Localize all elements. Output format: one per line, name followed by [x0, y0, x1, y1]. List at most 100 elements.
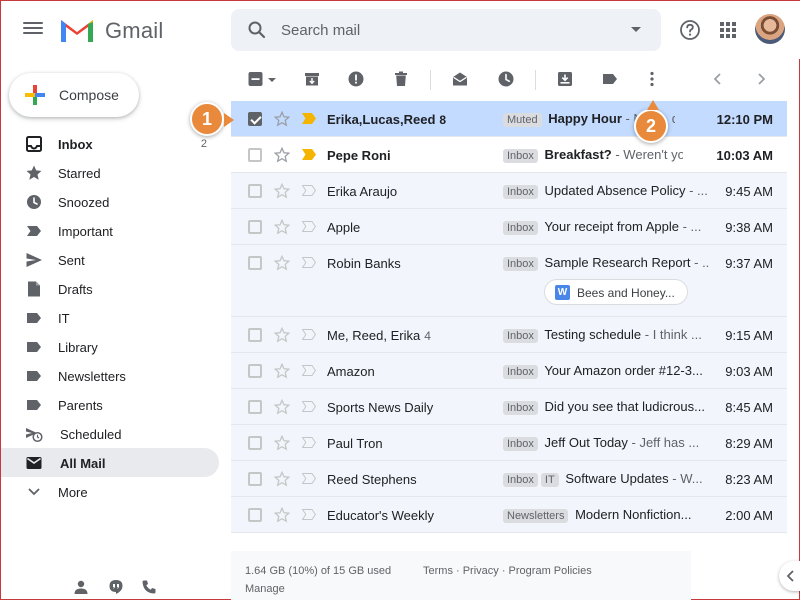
row-checkbox[interactable] [248, 508, 262, 522]
row-checkbox[interactable] [248, 328, 262, 342]
star-outline-icon[interactable] [274, 399, 290, 415]
sidebar-item-drafts[interactable]: Drafts [1, 274, 219, 303]
sidebar-item-starred[interactable]: Starred [1, 158, 219, 187]
table-row[interactable]: Pepe Roni Inbox Breakfast? - Weren't you… [231, 137, 787, 173]
label-icon[interactable] [601, 70, 619, 88]
label-icon [27, 313, 41, 323]
report-spam-icon[interactable] [347, 70, 365, 88]
side-panel-toggle[interactable] [779, 561, 800, 591]
star-outline-icon[interactable] [274, 255, 290, 271]
timestamp: 9:03 AM [725, 364, 773, 379]
important-marker-icon[interactable] [302, 437, 316, 448]
sidebar-item-library[interactable]: Library [1, 332, 219, 361]
important-marker-icon[interactable] [302, 257, 316, 268]
table-row[interactable]: Robin Banks Inbox Sample Research Report… [231, 245, 787, 317]
row-checkbox[interactable] [248, 220, 262, 234]
timestamp: 12:10 PM [716, 112, 773, 127]
chevron-right-icon[interactable] [752, 70, 770, 88]
help-icon[interactable] [679, 19, 701, 41]
search-icon[interactable] [247, 20, 267, 40]
manage-storage-link[interactable]: Manage [245, 583, 285, 595]
person-icon[interactable] [73, 579, 89, 595]
select-all-checkbox[interactable] [247, 70, 265, 88]
sidebar-item-sent[interactable]: Sent [1, 245, 219, 274]
delete-icon[interactable] [392, 70, 410, 88]
sidebar-item-label: Snoozed [58, 195, 110, 210]
sidebar-item-inbox[interactable]: Inbox 2 [1, 129, 219, 158]
sidebar-item-parents[interactable]: Parents [1, 390, 219, 419]
important-marker-icon[interactable] [302, 509, 316, 520]
chevron-left-icon[interactable] [709, 70, 727, 88]
sidebar-item-scheduled[interactable]: Scheduled [1, 419, 219, 448]
star-outline-icon[interactable] [274, 183, 290, 199]
important-marker-icon[interactable] [302, 149, 316, 160]
search-options-icon[interactable] [631, 27, 641, 32]
star-outline-icon[interactable] [274, 147, 290, 163]
search-bar[interactable] [231, 9, 661, 51]
table-row[interactable]: Paul Tron Inbox Jeff Out Today - Jeff ha… [231, 425, 787, 461]
attachment-chip[interactable]: W Bees and Honey... [544, 279, 688, 305]
policy-links[interactable]: Terms · Privacy · Program Policies [423, 565, 592, 577]
star-outline-icon[interactable] [274, 327, 290, 343]
row-checkbox[interactable] [248, 184, 262, 198]
sidebar-item-it[interactable]: IT [1, 303, 219, 332]
sidebar-item-more[interactable]: More [1, 477, 219, 506]
search-input[interactable] [281, 19, 601, 41]
gmail-logo[interactable] [59, 16, 95, 44]
star-outline-icon[interactable] [274, 219, 290, 235]
row-checkbox[interactable] [248, 112, 262, 126]
select-dropdown-icon[interactable] [267, 70, 277, 88]
mail-icon [26, 457, 42, 469]
table-row[interactable]: Educator's Weekly Newsletters Modern Non… [231, 497, 787, 533]
table-row[interactable]: Apple Inbox Your receipt from Apple - ..… [231, 209, 787, 245]
timestamp: 8:23 AM [725, 472, 773, 487]
mark-read-icon[interactable] [451, 70, 469, 88]
label-icon [27, 371, 41, 381]
more-vert-icon[interactable] [643, 70, 661, 88]
phone-icon[interactable] [141, 579, 157, 595]
star-outline-icon[interactable] [274, 111, 290, 127]
account-avatar[interactable] [755, 14, 785, 44]
sidebar-item-all-mail[interactable]: All Mail [1, 448, 219, 477]
archive-icon[interactable] [303, 70, 321, 88]
hangouts-icon[interactable] [108, 579, 124, 595]
sidebar-item-newsletters[interactable]: Newsletters [1, 361, 219, 390]
table-row[interactable]: Sports News Daily Inbox Did you see that… [231, 389, 787, 425]
table-row[interactable]: Amazon Inbox Your Amazon order #12-3... … [231, 353, 787, 389]
row-checkbox[interactable] [248, 472, 262, 486]
important-marker-icon[interactable] [302, 365, 316, 376]
important-marker-icon[interactable] [302, 473, 316, 484]
main-menu-icon[interactable] [23, 19, 43, 39]
table-row[interactable]: Me, Reed, Erika 4 Inbox Testing schedule … [231, 317, 787, 353]
sidebar-item-important[interactable]: Important [1, 216, 219, 245]
star-outline-icon[interactable] [274, 435, 290, 451]
row-checkbox[interactable] [248, 148, 262, 162]
star-outline-icon[interactable] [274, 471, 290, 487]
move-to-icon[interactable] [556, 70, 574, 88]
apps-grid-icon[interactable] [718, 20, 738, 40]
important-marker-icon[interactable] [302, 401, 316, 412]
word-doc-icon: W [555, 285, 570, 300]
table-row[interactable]: Erika,Lucas,Reed8 Muted Happy Hour - Nop… [231, 101, 787, 137]
important-marker-icon[interactable] [302, 329, 316, 340]
row-checkbox[interactable] [248, 364, 262, 378]
label-badge: Inbox [503, 148, 538, 163]
sidebar-item-snoozed[interactable]: Snoozed [1, 187, 219, 216]
row-checkbox[interactable] [248, 436, 262, 450]
snooze-icon[interactable] [497, 70, 515, 88]
sidebar-nav: Inbox 2 Starred Snoozed Important Sent D… [1, 129, 231, 506]
star-outline-icon[interactable] [274, 507, 290, 523]
important-marker-icon[interactable] [302, 185, 316, 196]
star-outline-icon[interactable] [274, 363, 290, 379]
label-badge: IT [540, 472, 559, 487]
sender: Erika Araujo [327, 184, 398, 199]
storage-usage: 1.64 GB (10%) of 15 GB used [245, 565, 392, 577]
important-marker-icon[interactable] [302, 113, 316, 124]
compose-button[interactable]: Compose [9, 73, 139, 117]
important-marker-icon[interactable] [302, 221, 316, 232]
row-checkbox[interactable] [248, 400, 262, 414]
row-checkbox[interactable] [248, 256, 262, 270]
timestamp: 9:45 AM [725, 184, 773, 199]
table-row[interactable]: Reed Stephens Inbox IT Software Updates -… [231, 461, 787, 497]
table-row[interactable]: Erika Araujo Inbox Updated Absence Polic… [231, 173, 787, 209]
